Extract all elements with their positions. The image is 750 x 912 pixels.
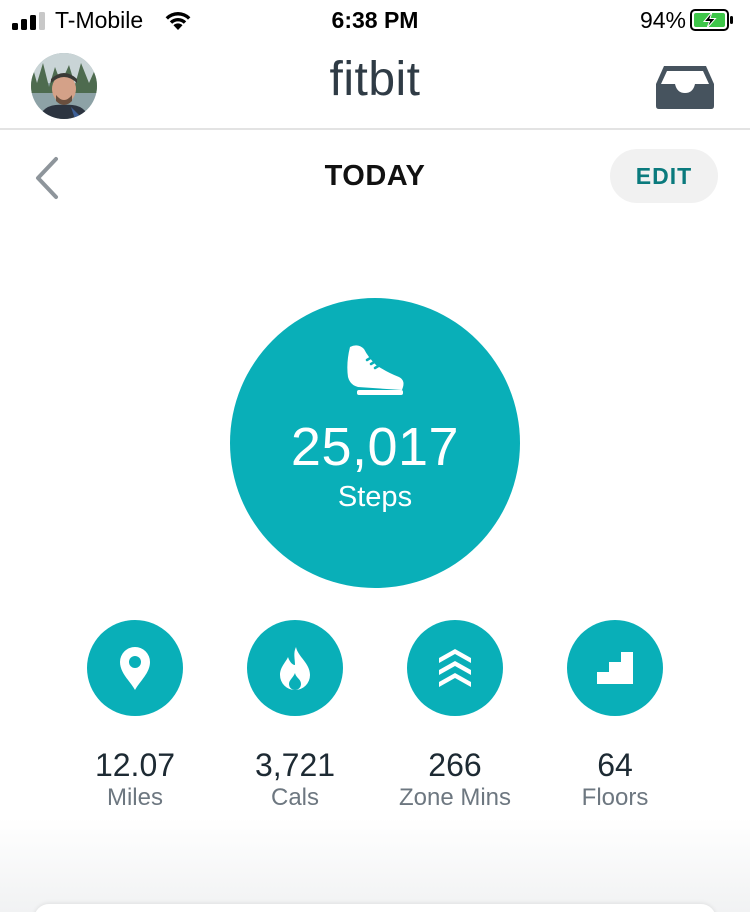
stat-value: 64 [597,747,633,783]
stat-floors[interactable]: 64 Floors [540,620,690,812]
carrier-name: T-Mobile [55,7,144,33]
profile-photo-icon [31,53,97,119]
stat-icon-circle [247,620,343,716]
stat-zone-minutes[interactable]: 266 Zone Mins [380,620,530,812]
edit-button[interactable]: EDIT [610,149,718,203]
shoe-icon [347,345,404,395]
steps-tile[interactable]: 25,017 Steps [230,298,520,588]
bottom-fade [0,818,750,912]
stat-value: 266 [428,747,482,783]
inbox-tray-icon[interactable] [654,64,716,110]
steps-value: 25,017 [290,417,460,477]
stat-label: Cals [270,784,319,811]
avatar[interactable] [31,53,97,119]
fitbit-logo: fitbit [329,53,421,106]
stat-icon-circle [407,620,503,716]
stairs-icon [597,652,633,684]
battery-percentage: 94% [639,7,686,33]
stat-label: Miles [106,784,163,811]
stat-calories[interactable]: 3,721 Cals [220,620,370,812]
battery-charging-icon [690,9,733,31]
status-bar: T-Mobile 6:38 PM 94% [0,0,750,42]
back-chevron-icon[interactable] [30,155,64,201]
signal-strength-icon [12,12,45,30]
stat-label: Floors [581,784,649,811]
app-header: fitbit [0,42,750,130]
location-pin-icon [120,647,150,690]
stat-value: 12.07 [94,747,176,783]
stat-icon-circle [567,620,663,716]
steps-label: Steps [337,481,413,513]
wifi-icon [165,12,191,30]
stat-value: 3,721 [254,747,336,783]
flame-icon [280,647,310,690]
stat-miles[interactable]: 12.07 Miles [60,620,210,812]
next-card-edge[interactable] [34,904,716,912]
chevrons-up-icon [439,649,471,687]
stat-icon-circle [87,620,183,716]
stat-label: Zone Mins [398,784,512,811]
